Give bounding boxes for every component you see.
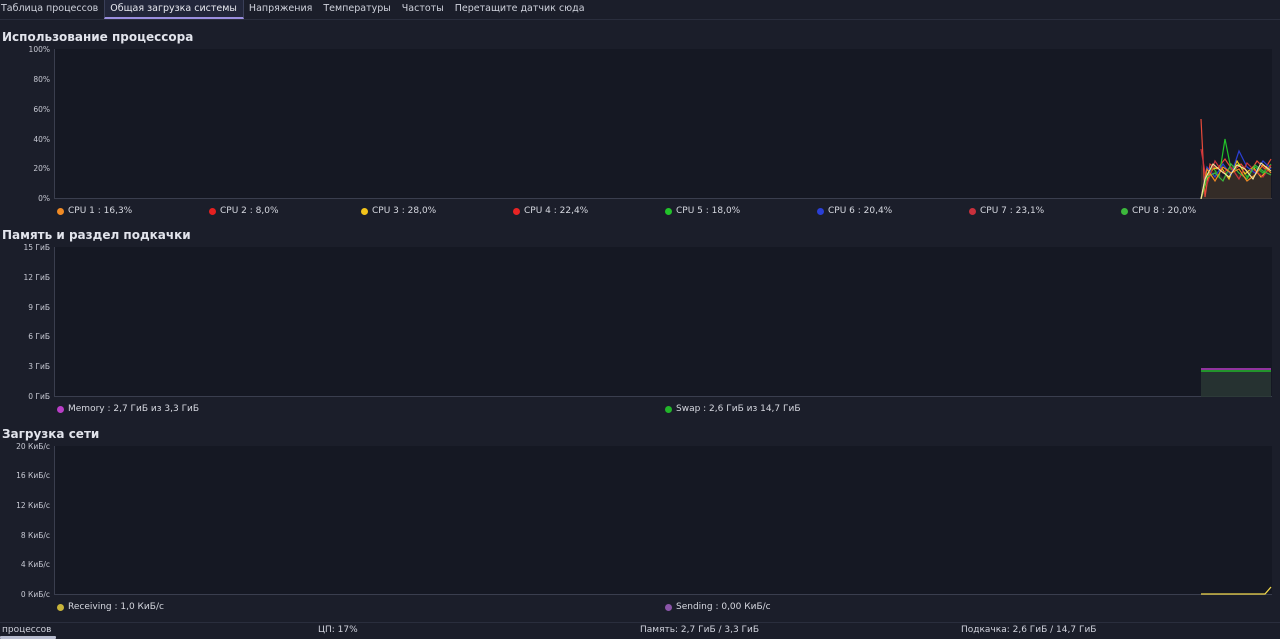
swap-legend-item: Swap : 2,6 ГиБ из 14,7 ГиБ — [665, 403, 801, 415]
tab-process-table[interactable]: Таблица процессов — [0, 0, 104, 19]
memory-ytick: 3 ГиБ — [28, 362, 50, 371]
legend-label: Memory : 2,7 ГиБ из 3,3 ГиБ — [68, 404, 200, 414]
network-ytick: 0 КиБ/с — [20, 590, 50, 599]
memory-ytick: 9 ГиБ — [28, 303, 50, 312]
network-ytick: 12 КиБ/с — [16, 501, 50, 510]
receiving-series-line — [1201, 586, 1272, 595]
cpu-ytick: 0% — [38, 194, 50, 203]
status-cpu: ЦП: 17% — [318, 625, 358, 635]
cpu-legend-item: CPU 7 : 23,1% — [969, 205, 1044, 217]
legend-dot — [665, 405, 672, 413]
legend-dot — [209, 207, 216, 215]
legend-label: Swap : 2,6 ГиБ из 14,7 ГиБ — [676, 404, 801, 414]
cpu-legend-item: CPU 4 : 22,4% — [513, 205, 588, 217]
network-ytick: 8 КиБ/с — [20, 531, 50, 540]
sending-legend-item: Sending : 0,00 КиБ/с — [665, 601, 771, 613]
memory-plot — [54, 247, 1272, 397]
status-swap: Подкачка: 2,6 ГиБ / 14,7 ГиБ — [961, 625, 1097, 635]
receiving-legend-item: Receiving : 1,0 КиБ/с — [57, 601, 164, 613]
tab-frequencies[interactable]: Частоты — [397, 0, 450, 19]
legend-label: CPU 2 : 8,0% — [220, 206, 279, 216]
network-plot — [54, 446, 1272, 595]
cpu-legend-item: CPU 3 : 28,0% — [361, 205, 436, 217]
legend-label: CPU 5 : 18,0% — [676, 206, 741, 216]
network-plot-svg — [1201, 586, 1272, 595]
tab-temperatures[interactable]: Температуры — [318, 0, 396, 19]
network-ytick: 16 КиБ/с — [16, 471, 50, 480]
cpu-section-title: Использование процессора — [2, 30, 194, 44]
tab-voltages[interactable]: Напряжения — [244, 0, 318, 19]
legend-label: CPU 7 : 23,1% — [980, 206, 1045, 216]
legend-dot — [57, 405, 64, 413]
legend-dot — [817, 207, 824, 215]
memory-area-fill — [1201, 370, 1271, 397]
memory-ytick: 6 ГиБ — [28, 332, 50, 341]
legend-dot — [57, 603, 64, 611]
memory-ytick: 0 ГиБ — [28, 392, 50, 401]
memory-ytick: 15 ГиБ — [23, 243, 50, 252]
legend-label: CPU 8 : 20,0% — [1132, 206, 1197, 216]
cpu-ytick: 80% — [33, 75, 50, 84]
memory-plot-svg — [1201, 368, 1271, 397]
legend-label: Sending : 0,00 КиБ/с — [676, 602, 771, 612]
legend-dot — [665, 603, 672, 611]
legend-dot — [665, 207, 672, 215]
legend-label: CPU 3 : 28,0% — [372, 206, 437, 216]
cpu-legend-item: CPU 2 : 8,0% — [209, 205, 279, 217]
legend-dot — [361, 207, 368, 215]
tab-system-load[interactable]: Общая загрузка системы — [104, 0, 244, 19]
cpu-ytick: 100% — [28, 45, 50, 54]
legend-dot — [1121, 207, 1128, 215]
cpu-legend-item: CPU 8 : 20,0% — [1121, 205, 1196, 217]
cpu-legend-item: CPU 6 : 20,4% — [817, 205, 892, 217]
memory-legend-item: Memory : 2,7 ГиБ из 3,3 ГиБ — [57, 403, 199, 415]
network-ytick: 20 КиБ/с — [16, 442, 50, 451]
status-processes: процессов — [2, 625, 52, 635]
cpu-ytick: 20% — [33, 164, 50, 173]
tab-bar: Таблица процессов Общая загрузка системы… — [0, 0, 1280, 20]
cpu-legend-item: CPU 1 : 16,3% — [57, 205, 132, 217]
legend-label: CPU 6 : 20,4% — [828, 206, 893, 216]
legend-dot — [969, 207, 976, 215]
legend-label: CPU 1 : 16,3% — [68, 206, 133, 216]
network-section-title: Загрузка сети — [2, 427, 100, 441]
memory-ytick: 12 ГиБ — [23, 273, 50, 282]
cpu-plot-svg — [1200, 118, 1272, 199]
cpu-ytick: 40% — [33, 135, 50, 144]
tab-drop-sensor[interactable]: Перетащите датчик сюда — [450, 0, 591, 19]
legend-label: Receiving : 1,0 КиБ/с — [68, 602, 164, 612]
legend-dot — [513, 207, 520, 215]
cpu-plot — [54, 49, 1272, 199]
legend-dot — [57, 207, 64, 215]
status-memory: Память: 2,7 ГиБ / 3,3 ГиБ — [640, 625, 760, 635]
status-bar: процессов ЦП: 17% Память: 2,7 ГиБ / 3,3 … — [0, 622, 1280, 639]
legend-label: CPU 4 : 22,4% — [524, 206, 589, 216]
network-ytick: 4 КиБ/с — [20, 560, 50, 569]
memory-section-title: Память и раздел подкачки — [2, 228, 191, 242]
cpu-ytick: 60% — [33, 105, 50, 114]
cpu-legend-item: CPU 5 : 18,0% — [665, 205, 740, 217]
